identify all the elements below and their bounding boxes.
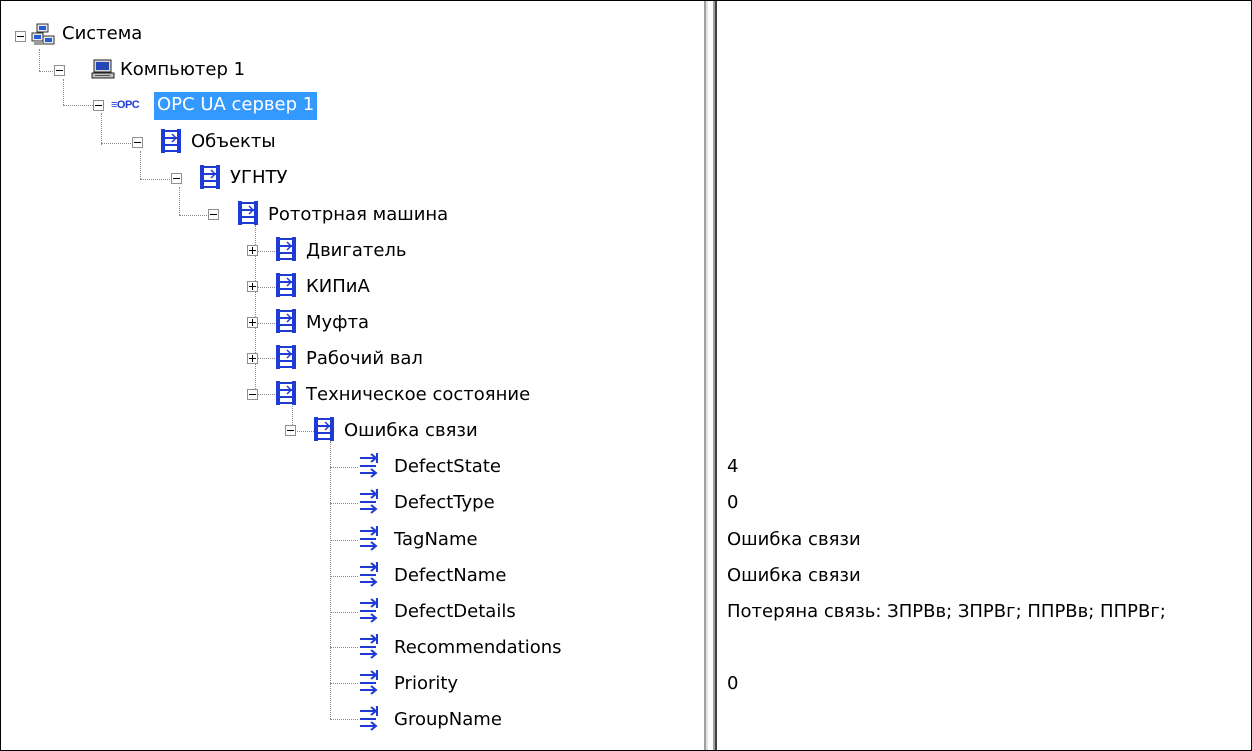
tree-node-objects[interactable]: Объекты [188, 129, 279, 155]
tag-value: 0 [727, 492, 739, 513]
expand-toggle[interactable] [247, 281, 258, 292]
object-folder-icon [313, 416, 335, 446]
object-folder-icon [237, 200, 259, 230]
object-folder-icon [275, 380, 297, 410]
opc-server-icon: ≡OPC [111, 99, 140, 111]
tag-name[interactable]: DefectName [391, 563, 509, 589]
tree-pane[interactable]: Система Компьютер 1 ≡OPC OPC UA сервер 1 [1, 1, 704, 750]
tag-value: Потеряна связь: ЗПРВв; ЗПРВг; ППРВв; ППР… [727, 601, 1166, 622]
collapse-toggle[interactable] [285, 425, 296, 436]
tree-node-engine[interactable]: Двигатель [303, 238, 410, 264]
tree-node-computer[interactable]: Компьютер 1 [117, 57, 248, 83]
object-folder-icon [275, 308, 297, 338]
tree-node-system[interactable]: Система [59, 21, 145, 47]
tag-variable-icon [359, 633, 381, 663]
tag-variable-icon [359, 669, 381, 699]
tag-variable-icon [359, 705, 381, 735]
tag-variable-icon [359, 488, 381, 518]
tree-node-comm-error[interactable]: Ошибка связи [341, 418, 481, 444]
tag-name[interactable]: DefectType [391, 490, 498, 516]
tree-node-opc-server[interactable]: OPC UA сервер 1 [154, 92, 318, 120]
tag-value: 0 [727, 673, 739, 694]
tag-variable-icon [359, 525, 381, 555]
tag-variable-icon [359, 452, 381, 482]
object-folder-icon [160, 128, 182, 158]
tree-node-machine[interactable]: Рототрная машина [265, 202, 451, 228]
tag-value: Ошибка связи [727, 529, 861, 550]
tag-variable-icon [359, 597, 381, 627]
expand-toggle[interactable] [247, 317, 258, 328]
collapse-toggle[interactable] [171, 173, 182, 184]
collapse-toggle[interactable] [247, 389, 258, 400]
object-folder-icon [275, 236, 297, 266]
tag-value: 4 [727, 456, 739, 477]
tree-node-shaft[interactable]: Рабочий вал [303, 346, 426, 372]
tree-node-coupling[interactable]: Муфта [303, 310, 372, 336]
pane-splitter[interactable] [704, 1, 717, 750]
object-folder-icon [275, 272, 297, 302]
computer-icon [91, 59, 115, 85]
tag-name[interactable]: Priority [391, 671, 461, 697]
network-computers-icon [31, 23, 55, 51]
collapse-toggle[interactable] [93, 100, 104, 111]
values-pane: 4 0 Ошибка связи Ошибка связи Потеряна с… [717, 1, 1251, 750]
expand-toggle[interactable] [247, 353, 258, 364]
collapse-toggle[interactable] [208, 209, 219, 220]
collapse-toggle[interactable] [54, 65, 65, 76]
main-window: Система Компьютер 1 ≡OPC OPC UA сервер 1 [0, 0, 1252, 751]
collapse-toggle[interactable] [15, 31, 26, 42]
tree-node-ugntu[interactable]: УГНТУ [227, 165, 290, 191]
tag-name[interactable]: DefectState [391, 454, 504, 480]
tree-node-tech-state[interactable]: Техническое состояние [303, 382, 533, 408]
expand-toggle[interactable] [247, 245, 258, 256]
tag-value: Ошибка связи [727, 565, 861, 586]
object-folder-icon [275, 344, 297, 374]
tree-node-kipia[interactable]: КИПиА [303, 274, 373, 300]
tag-variable-icon [359, 561, 381, 591]
collapse-toggle[interactable] [132, 137, 143, 148]
tag-name[interactable]: GroupName [391, 707, 505, 733]
tag-name[interactable]: Recommendations [391, 635, 565, 661]
tag-name[interactable]: DefectDetails [391, 599, 519, 625]
tag-name[interactable]: TagName [391, 527, 481, 553]
object-folder-icon [199, 164, 221, 194]
